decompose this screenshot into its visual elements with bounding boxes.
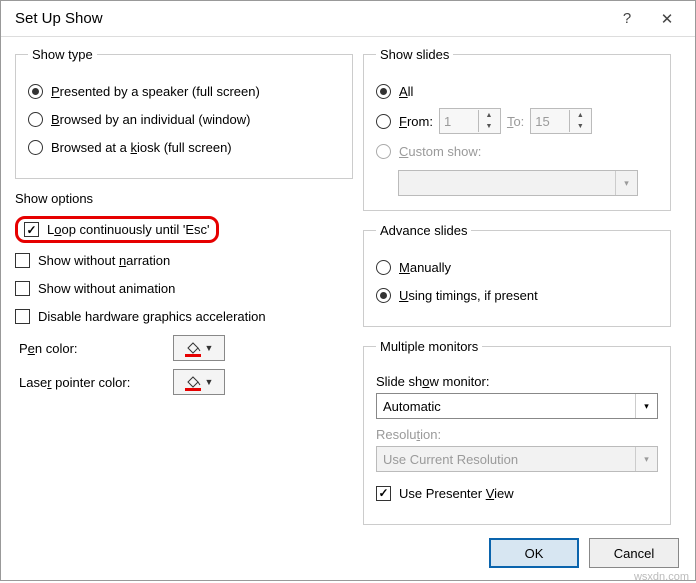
help-button[interactable]: ?	[607, 4, 647, 34]
watermark: wsxdn.com	[634, 571, 689, 583]
checkbox-icon	[15, 253, 30, 268]
resolution-label: Resolution:	[376, 427, 658, 442]
radio-icon	[376, 84, 391, 99]
cancel-button[interactable]: Cancel	[589, 538, 679, 568]
checkbox-icon	[15, 309, 30, 324]
chevron-down-icon: ▼	[205, 377, 214, 387]
ok-button[interactable]: OK	[489, 538, 579, 568]
checkbox-icon	[15, 281, 30, 296]
setup-show-dialog: Set Up Show ? ✕ Show type Presented by a…	[0, 0, 696, 581]
resolution-select: Use Current Resolution ▾	[376, 446, 658, 472]
use-presenter-view[interactable]: Use Presenter View	[376, 482, 658, 504]
spin-up-icon[interactable]: ▲	[570, 110, 590, 121]
radio-icon	[28, 140, 43, 155]
multiple-monitors-group: Multiple monitors Slide show monitor: Au…	[363, 339, 671, 525]
monitor-label: Slide show monitor:	[376, 374, 658, 389]
chevron-down-icon: ▾	[635, 447, 657, 471]
from-value[interactable]	[440, 114, 478, 129]
color-swatch	[185, 388, 201, 391]
monitors-legend: Multiple monitors	[376, 339, 482, 354]
window-title: Set Up Show	[15, 10, 607, 27]
show-type-legend: Show type	[28, 47, 97, 62]
show-type-individual[interactable]: Browsed by an individual (window)	[28, 108, 340, 130]
radio-icon	[28, 112, 43, 127]
monitor-value: Automatic	[383, 399, 441, 414]
show-type-group: Show type Presented by a speaker (full s…	[15, 47, 353, 179]
chevron-down-icon: ▾	[615, 171, 637, 195]
radio-icon	[376, 260, 391, 275]
monitor-select[interactable]: Automatic ▾	[376, 393, 658, 419]
custom-show-select: ▾	[398, 170, 638, 196]
slides-from[interactable]: From:	[376, 110, 433, 132]
checkbox-icon	[376, 486, 391, 501]
titlebar: Set Up Show ? ✕	[1, 1, 695, 37]
advance-slides-group: Advance slides Manually Using timings, i…	[363, 223, 671, 327]
slides-all[interactable]: All	[376, 80, 658, 102]
pen-color-label: Pen color:	[19, 341, 159, 356]
laser-color-label: Laser pointer color:	[19, 375, 159, 390]
dialog-footer: OK Cancel	[489, 538, 679, 568]
show-options-label: Show options	[15, 191, 353, 206]
advance-legend: Advance slides	[376, 223, 471, 238]
to-label: To:	[507, 114, 524, 129]
radio-icon	[28, 84, 43, 99]
radio-icon	[376, 114, 391, 129]
pen-color-picker[interactable]: ▼	[173, 335, 225, 361]
laser-color-picker[interactable]: ▼	[173, 369, 225, 395]
show-slides-legend: Show slides	[376, 47, 453, 62]
loop-continuously[interactable]: Loop continuously until 'Esc'	[15, 216, 353, 243]
without-animation[interactable]: Show without animation	[15, 277, 353, 299]
radio-icon	[376, 144, 391, 159]
advance-timings[interactable]: Using timings, if present	[376, 284, 658, 306]
spin-down-icon[interactable]: ▼	[570, 121, 590, 132]
slides-custom: Custom show:	[376, 140, 658, 162]
disable-hw-graphics[interactable]: Disable hardware graphics acceleration	[15, 305, 353, 327]
chevron-down-icon: ▾	[635, 394, 657, 418]
without-narration[interactable]: Show without narration	[15, 249, 353, 271]
color-swatch	[185, 354, 201, 357]
show-slides-group: Show slides All From: ▲▼ To:	[363, 47, 671, 211]
checkbox-icon	[24, 222, 39, 237]
to-value[interactable]	[531, 114, 569, 129]
chevron-down-icon: ▼	[205, 343, 214, 353]
close-button[interactable]: ✕	[647, 4, 687, 34]
from-spinner[interactable]: ▲▼	[439, 108, 501, 134]
resolution-value: Use Current Resolution	[383, 452, 518, 467]
advance-manually[interactable]: Manually	[376, 256, 658, 278]
show-type-kiosk[interactable]: Browsed at a kiosk (full screen)	[28, 136, 340, 158]
loop-highlight: Loop continuously until 'Esc'	[15, 216, 219, 243]
show-type-speaker[interactable]: Presented by a speaker (full screen)	[28, 80, 340, 102]
spin-down-icon[interactable]: ▼	[479, 121, 499, 132]
radio-icon	[376, 288, 391, 303]
spin-up-icon[interactable]: ▲	[479, 110, 499, 121]
to-spinner[interactable]: ▲▼	[530, 108, 592, 134]
